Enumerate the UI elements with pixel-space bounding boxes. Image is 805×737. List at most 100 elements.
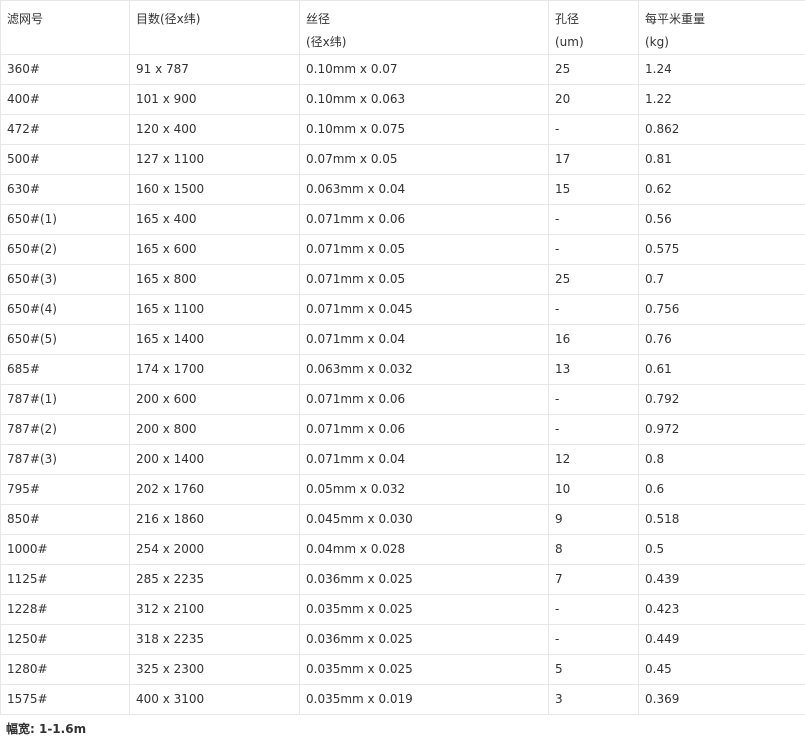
- table-row: 1575#400 x 31000.035mm x 0.01930.369: [1, 685, 805, 715]
- header-label: 每平米重量: [645, 8, 805, 31]
- cell-mesh-count: 202 x 1760: [130, 475, 300, 505]
- cell-weight: 0.6: [639, 475, 805, 505]
- table-row: 685#174 x 17000.063mm x 0.032130.61: [1, 355, 805, 385]
- cell-filter-number: 650#(2): [1, 235, 130, 265]
- cell-mesh-count: 318 x 2235: [130, 625, 300, 655]
- cell-mesh-count: 400 x 3100: [130, 685, 300, 715]
- cell-mesh-count: 216 x 1860: [130, 505, 300, 535]
- cell-weight: 0.518: [639, 505, 805, 535]
- cell-mesh-count: 285 x 2235: [130, 565, 300, 595]
- cell-wire-diameter: 0.035mm x 0.025: [300, 595, 549, 625]
- cell-wire-diameter: 0.045mm x 0.030: [300, 505, 549, 535]
- cell-wire-diameter: 0.035mm x 0.019: [300, 685, 549, 715]
- cell-wire-diameter: 0.071mm x 0.04: [300, 325, 549, 355]
- cell-wire-diameter: 0.07mm x 0.05: [300, 145, 549, 175]
- cell-filter-number: 1000#: [1, 535, 130, 565]
- cell-weight: 1.24: [639, 55, 805, 85]
- cell-mesh-count: 200 x 800: [130, 415, 300, 445]
- cell-aperture: 16: [549, 325, 639, 355]
- table-row: 500#127 x 11000.07mm x 0.05170.81: [1, 145, 805, 175]
- cell-aperture: -: [549, 235, 639, 265]
- cell-wire-diameter: 0.071mm x 0.04: [300, 445, 549, 475]
- table-row: 1250#318 x 22350.036mm x 0.025-0.449: [1, 625, 805, 655]
- cell-filter-number: 650#(4): [1, 295, 130, 325]
- table-row: 650#(1)165 x 4000.071mm x 0.06-0.56: [1, 205, 805, 235]
- table-row: 1000#254 x 20000.04mm x 0.02880.5: [1, 535, 805, 565]
- cell-wire-diameter: 0.036mm x 0.025: [300, 625, 549, 655]
- cell-aperture: 8: [549, 535, 639, 565]
- cell-wire-diameter: 0.071mm x 0.06: [300, 385, 549, 415]
- header-sublabel: (um): [555, 31, 638, 54]
- cell-mesh-count: 200 x 600: [130, 385, 300, 415]
- cell-weight: 0.8: [639, 445, 805, 475]
- cell-weight: 0.56: [639, 205, 805, 235]
- table-row: 850#216 x 18600.045mm x 0.03090.518: [1, 505, 805, 535]
- cell-mesh-count: 120 x 400: [130, 115, 300, 145]
- table-row: 650#(4)165 x 11000.071mm x 0.045-0.756: [1, 295, 805, 325]
- cell-aperture: 15: [549, 175, 639, 205]
- cell-aperture: 7: [549, 565, 639, 595]
- table-header: 滤网号 目数(径x纬) 丝径 (径x纬) 孔径 (um) 每平米重量 (kg): [1, 1, 805, 55]
- cell-filter-number: 650#(1): [1, 205, 130, 235]
- cell-weight: 0.62: [639, 175, 805, 205]
- header-mesh-count: 目数(径x纬): [130, 1, 300, 55]
- width-note: 幅宽: 1-1.6m: [0, 715, 805, 737]
- table-row: 472#120 x 4000.10mm x 0.075-0.862: [1, 115, 805, 145]
- cell-aperture: -: [549, 595, 639, 625]
- table-row: 1228#312 x 21000.035mm x 0.025-0.423: [1, 595, 805, 625]
- cell-mesh-count: 325 x 2300: [130, 655, 300, 685]
- cell-wire-diameter: 0.035mm x 0.025: [300, 655, 549, 685]
- cell-filter-number: 1125#: [1, 565, 130, 595]
- header-label: 孔径: [555, 8, 638, 31]
- table-row: 795#202 x 17600.05mm x 0.032100.6: [1, 475, 805, 505]
- cell-mesh-count: 101 x 900: [130, 85, 300, 115]
- cell-mesh-count: 165 x 1400: [130, 325, 300, 355]
- header-wire-diameter: 丝径 (径x纬): [300, 1, 549, 55]
- filter-mesh-spec-table: 滤网号 目数(径x纬) 丝径 (径x纬) 孔径 (um) 每平米重量 (kg) …: [0, 0, 805, 715]
- cell-filter-number: 685#: [1, 355, 130, 385]
- cell-filter-number: 472#: [1, 115, 130, 145]
- header-row: 滤网号 目数(径x纬) 丝径 (径x纬) 孔径 (um) 每平米重量 (kg): [1, 1, 805, 55]
- cell-filter-number: 630#: [1, 175, 130, 205]
- header-sublabel: (kg): [645, 31, 805, 54]
- table-row: 787#(3)200 x 14000.071mm x 0.04120.8: [1, 445, 805, 475]
- cell-filter-number: 795#: [1, 475, 130, 505]
- cell-mesh-count: 160 x 1500: [130, 175, 300, 205]
- cell-aperture: -: [549, 205, 639, 235]
- cell-weight: 0.756: [639, 295, 805, 325]
- cell-filter-number: 850#: [1, 505, 130, 535]
- cell-wire-diameter: 0.071mm x 0.05: [300, 235, 549, 265]
- table-row: 787#(2)200 x 8000.071mm x 0.06-0.972: [1, 415, 805, 445]
- cell-weight: 0.423: [639, 595, 805, 625]
- cell-mesh-count: 200 x 1400: [130, 445, 300, 475]
- cell-weight: 0.792: [639, 385, 805, 415]
- cell-wire-diameter: 0.10mm x 0.075: [300, 115, 549, 145]
- cell-aperture: 20: [549, 85, 639, 115]
- cell-wire-diameter: 0.036mm x 0.025: [300, 565, 549, 595]
- cell-aperture: 10: [549, 475, 639, 505]
- cell-weight: 0.76: [639, 325, 805, 355]
- cell-weight: 0.449: [639, 625, 805, 655]
- cell-wire-diameter: 0.071mm x 0.06: [300, 205, 549, 235]
- cell-mesh-count: 165 x 1100: [130, 295, 300, 325]
- cell-mesh-count: 91 x 787: [130, 55, 300, 85]
- cell-weight: 0.862: [639, 115, 805, 145]
- cell-wire-diameter: 0.063mm x 0.032: [300, 355, 549, 385]
- header-label: 目数(径x纬): [136, 8, 299, 31]
- table-body: 360#91 x 7870.10mm x 0.07251.24400#101 x…: [1, 55, 805, 715]
- cell-weight: 0.45: [639, 655, 805, 685]
- cell-filter-number: 650#(3): [1, 265, 130, 295]
- header-sublabel: (径x纬): [306, 31, 548, 54]
- cell-weight: 1.22: [639, 85, 805, 115]
- cell-weight: 0.81: [639, 145, 805, 175]
- cell-filter-number: 787#(3): [1, 445, 130, 475]
- cell-filter-number: 787#(1): [1, 385, 130, 415]
- cell-mesh-count: 165 x 800: [130, 265, 300, 295]
- cell-aperture: -: [549, 385, 639, 415]
- cell-weight: 0.369: [639, 685, 805, 715]
- header-label: 滤网号: [7, 8, 129, 31]
- cell-aperture: -: [549, 625, 639, 655]
- cell-filter-number: 360#: [1, 55, 130, 85]
- cell-wire-diameter: 0.063mm x 0.04: [300, 175, 549, 205]
- cell-aperture: -: [549, 415, 639, 445]
